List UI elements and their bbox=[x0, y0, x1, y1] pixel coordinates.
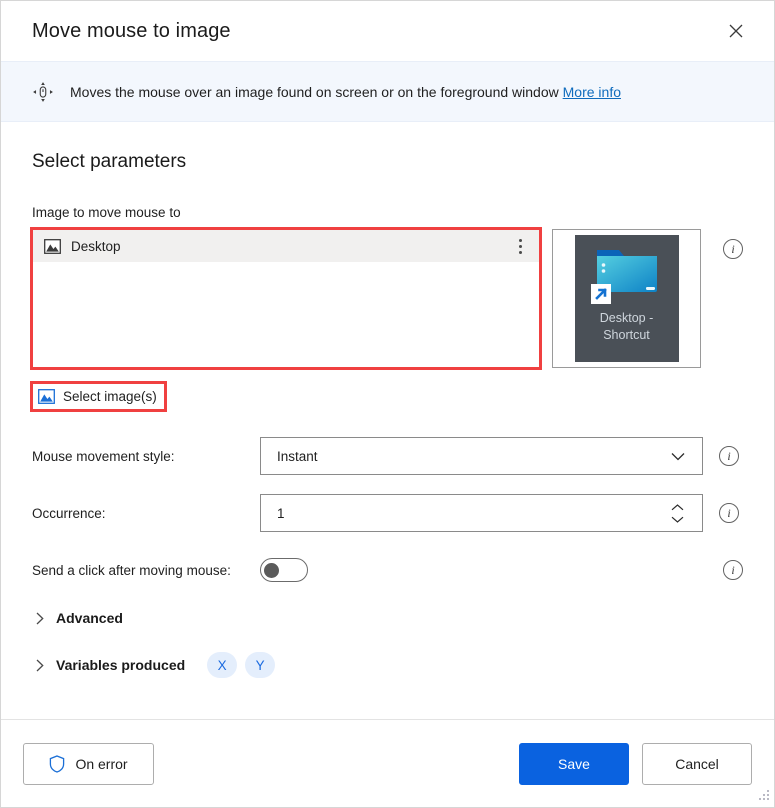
chevron-down-icon bbox=[671, 452, 685, 460]
save-button[interactable]: Save bbox=[519, 742, 629, 785]
thumbnail-canvas: Desktop - Shortcut bbox=[574, 235, 679, 362]
image-thumbnail-preview: Desktop - Shortcut bbox=[552, 229, 701, 368]
page-title: Move mouse to image bbox=[32, 19, 231, 42]
select-images-wrapper: Select image(s) bbox=[30, 381, 167, 412]
list-item-label: Desktop bbox=[71, 238, 121, 254]
thumbnail-caption-line1: Desktop - bbox=[599, 311, 654, 325]
info-icon-send-click[interactable]: i bbox=[723, 560, 743, 580]
variable-pill-x[interactable]: X bbox=[207, 652, 238, 678]
expander-variables-produced-label: Variables produced bbox=[56, 657, 186, 673]
send-click-row: Send a click after moving mouse: i bbox=[32, 558, 743, 582]
dialog-body: Select parameters Image to move mouse to… bbox=[1, 122, 774, 719]
chevron-down-icon[interactable] bbox=[671, 516, 684, 523]
chevron-up-icon[interactable] bbox=[671, 503, 684, 511]
occurrence-input[interactable]: 1 bbox=[260, 494, 703, 532]
mouse-movement-style-value: Instant bbox=[277, 448, 318, 464]
image-listbox[interactable]: Desktop bbox=[32, 229, 540, 368]
mouse-movement-style-label: Mouse movement style: bbox=[32, 448, 175, 464]
image-field-label: Image to move mouse to bbox=[32, 205, 181, 220]
resize-grip-icon[interactable] bbox=[756, 789, 770, 803]
thumbnail-caption: Desktop - Shortcut bbox=[600, 310, 654, 344]
mouse-movement-style-row: Mouse movement style: Instant i bbox=[32, 437, 743, 475]
variable-pill-y[interactable]: Y bbox=[245, 652, 276, 678]
list-item[interactable]: Desktop bbox=[33, 230, 539, 262]
quantity-stepper[interactable] bbox=[671, 503, 684, 523]
send-click-label: Send a click after moving mouse: bbox=[32, 562, 231, 578]
banner-text: Moves the mouse over an image found on s… bbox=[70, 83, 559, 100]
section-title: Select parameters bbox=[32, 151, 187, 172]
folder-shortcut-icon bbox=[590, 250, 657, 304]
expander-advanced-label: Advanced bbox=[56, 610, 123, 626]
banner-description: Moves the mouse over an image found on s… bbox=[70, 84, 621, 100]
dialog-titlebar: Move mouse to image bbox=[1, 1, 774, 61]
info-banner: Moves the mouse over an image found on s… bbox=[1, 61, 774, 122]
thumbnail-caption-line2: Shortcut bbox=[603, 328, 650, 342]
info-icon-image-field[interactable]: i bbox=[723, 239, 743, 259]
on-error-label: On error bbox=[75, 755, 128, 772]
info-icon-occurrence[interactable]: i bbox=[719, 503, 739, 523]
move-mouse-icon bbox=[33, 81, 53, 102]
toggle-knob bbox=[264, 562, 279, 578]
occurrence-label: Occurrence: bbox=[32, 505, 106, 521]
picture-icon bbox=[44, 238, 61, 254]
image-selection-row: Desktop Desktop - Shortcut i bbox=[30, 227, 743, 370]
close-button[interactable] bbox=[716, 13, 756, 49]
expander-advanced[interactable]: Advanced bbox=[32, 610, 743, 626]
expander-variables-produced[interactable]: Variables produced X Y bbox=[32, 652, 743, 678]
shield-icon bbox=[50, 754, 65, 773]
picture-icon bbox=[38, 389, 55, 404]
cancel-button[interactable]: Cancel bbox=[642, 742, 752, 785]
select-images-button[interactable]: Select image(s) bbox=[32, 384, 165, 409]
mouse-movement-style-dropdown[interactable]: Instant bbox=[260, 437, 703, 475]
chevron-right-icon bbox=[36, 612, 44, 624]
footer-actions: Save Cancel bbox=[519, 742, 752, 785]
more-options-icon[interactable] bbox=[511, 236, 529, 256]
info-icon-mouse-movement-style[interactable]: i bbox=[719, 446, 739, 466]
dialog-footer: On error Save Cancel bbox=[1, 719, 774, 807]
occurrence-value: 1 bbox=[277, 505, 285, 521]
close-icon bbox=[729, 24, 743, 38]
select-images-label: Select image(s) bbox=[63, 389, 157, 404]
on-error-button[interactable]: On error bbox=[23, 742, 154, 785]
send-click-toggle[interactable] bbox=[260, 558, 308, 582]
chevron-right-icon bbox=[36, 659, 44, 671]
more-info-link[interactable]: More info bbox=[563, 84, 621, 100]
move-mouse-to-image-dialog: Move mouse to image Moves the mouse over… bbox=[0, 0, 775, 808]
occurrence-row: Occurrence: 1 i bbox=[32, 494, 743, 532]
variable-pill-group: X Y bbox=[207, 652, 276, 678]
image-listbox-wrapper: Desktop bbox=[30, 227, 542, 370]
